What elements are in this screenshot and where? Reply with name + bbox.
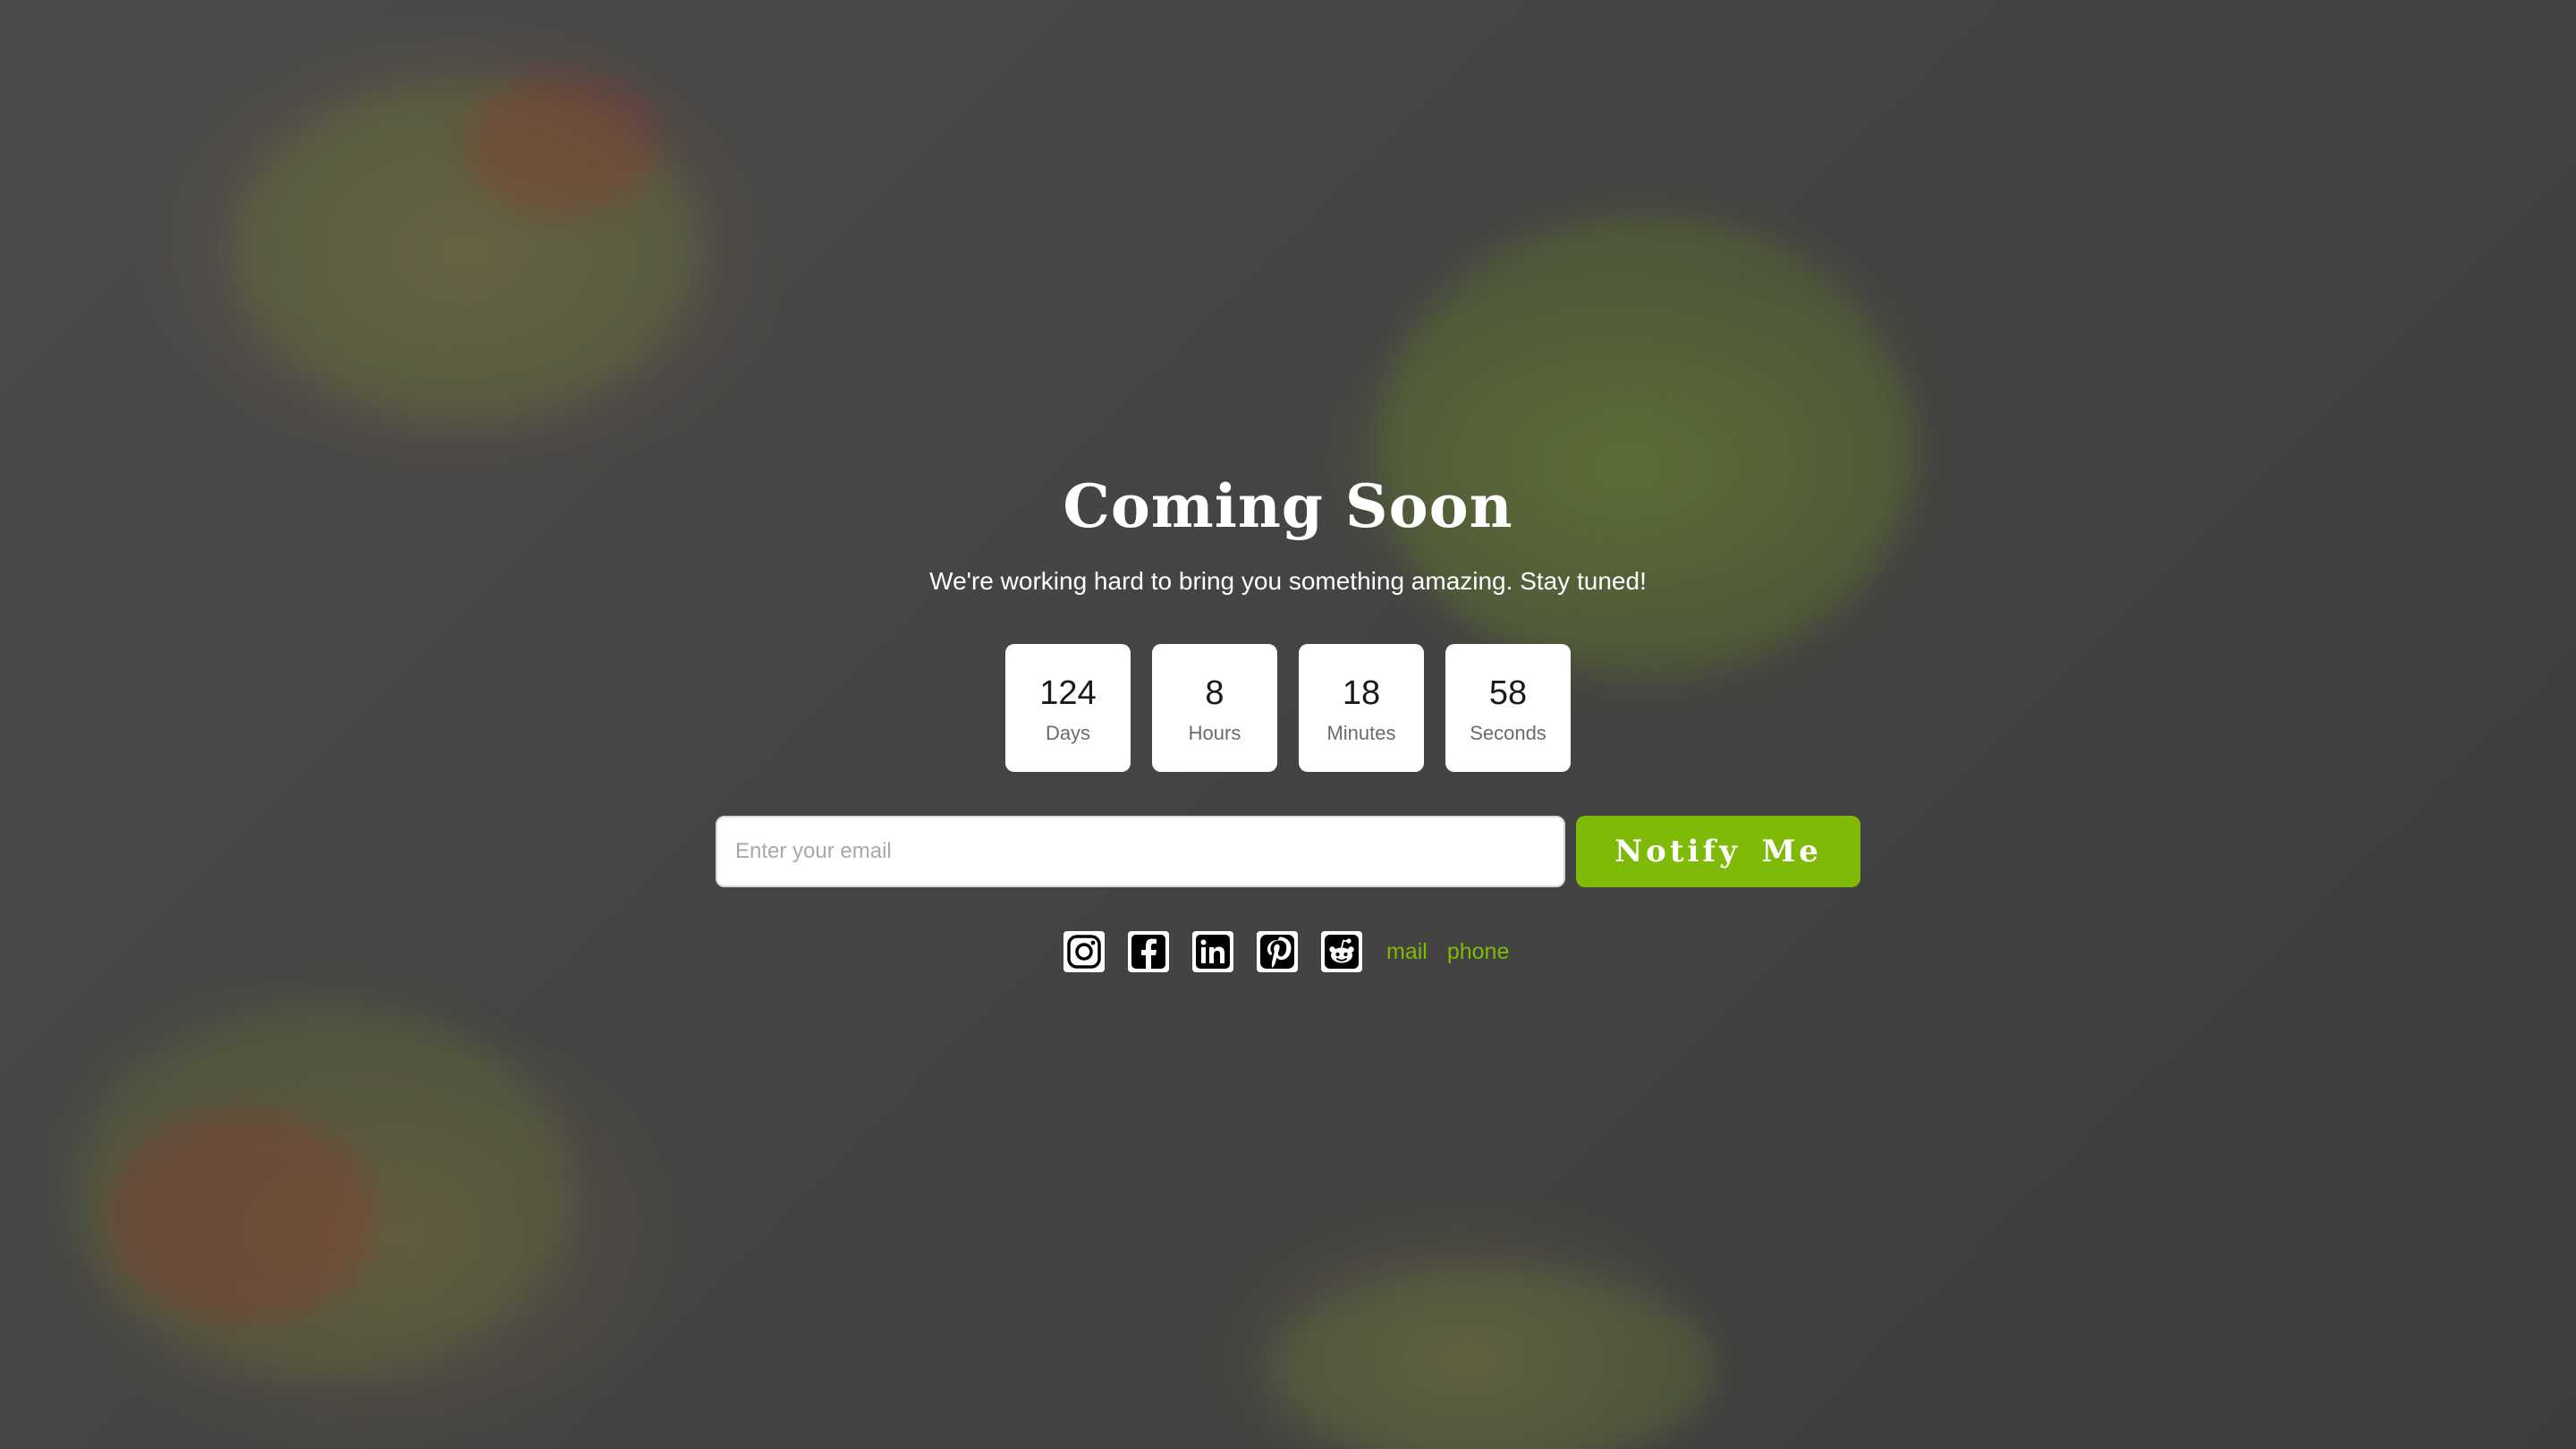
countdown-hours-label: Hours <box>1188 721 1241 744</box>
notify-me-button[interactable]: Notify Me <box>1576 816 1860 887</box>
countdown-days-value: 124 <box>1039 674 1097 712</box>
linkedin-icon[interactable] <box>1191 930 1234 973</box>
countdown-minutes-value: 18 <box>1342 674 1381 712</box>
social-links: mail phone <box>1063 930 1509 973</box>
email-input[interactable] <box>716 816 1565 887</box>
instagram-icon[interactable] <box>1063 930 1106 973</box>
phone-link[interactable]: phone <box>1447 930 1510 973</box>
mail-link[interactable]: mail <box>1386 930 1428 973</box>
countdown-seconds: 58 Seconds <box>1445 644 1571 772</box>
countdown-minutes-label: Minutes <box>1326 721 1396 744</box>
countdown-hours: 8 Hours <box>1152 644 1277 772</box>
countdown-hours-value: 8 <box>1205 674 1224 712</box>
page-title: Coming Soon <box>1063 471 1513 541</box>
countdown-days-label: Days <box>1045 721 1091 744</box>
countdown-seconds-value: 58 <box>1488 674 1528 712</box>
page-subtitle: We're working hard to bring you somethin… <box>929 567 1647 595</box>
reddit-icon[interactable] <box>1320 930 1363 973</box>
pinterest-icon[interactable] <box>1256 930 1299 973</box>
facebook-icon[interactable] <box>1127 930 1170 973</box>
coming-soon-section: Coming Soon We're working hard to bring … <box>0 0 2576 1449</box>
subscribe-form: Notify Me <box>716 816 1860 887</box>
countdown-days: 124 Days <box>1005 644 1131 772</box>
countdown-minutes: 18 Minutes <box>1299 644 1424 772</box>
countdown-seconds-label: Seconds <box>1470 721 1546 744</box>
countdown: 124 Days 8 Hours 18 Minutes 58 Seconds <box>1005 644 1571 772</box>
